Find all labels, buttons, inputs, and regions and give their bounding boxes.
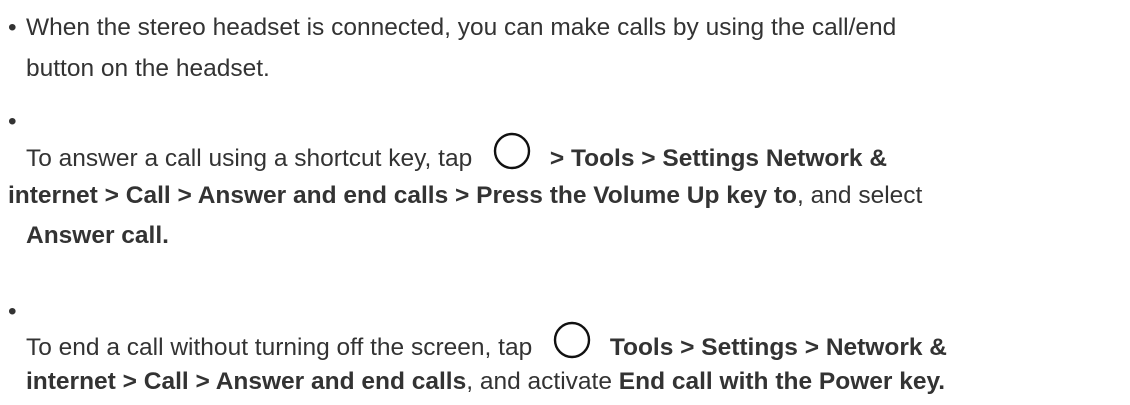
item-2-mid-text: , and select xyxy=(797,182,923,209)
home-circle-icon xyxy=(493,132,531,170)
item-2-path-bold-1: > Tools > Settings Network & xyxy=(549,145,888,172)
document: • When the stereo headset is connected, … xyxy=(0,0,1130,405)
item-3-mid-text: , and activate xyxy=(466,368,612,395)
item-2-path-bold-2: internet > Call > Answer and end calls >… xyxy=(8,182,798,209)
item-3-end-bold: End call with the Power key. xyxy=(618,368,946,395)
item-3-path-bold-1: Tools > Settings > Network & xyxy=(609,334,947,361)
bullet: • xyxy=(8,298,17,325)
item-2-line-3: Answer call. xyxy=(26,216,169,256)
item-3-path-bold-2: internet > Call > Answer and end calls xyxy=(26,368,467,395)
bullet: • xyxy=(8,108,17,135)
item-1-line-2: button on the headset. xyxy=(26,55,270,82)
item-2-line-2: internet > Call > Answer and end calls >… xyxy=(8,176,922,216)
item-2-text: To answer a call using a shortcut key, t… xyxy=(26,145,473,172)
item-2-line-1: To answer a call using a shortcut key, t… xyxy=(26,132,887,179)
item-3-line-2: internet > Call > Answer and end calls, … xyxy=(26,362,945,402)
bullet: • xyxy=(8,14,17,41)
item-1-line-1: When the stereo headset is connected, yo… xyxy=(26,14,897,41)
home-circle-icon xyxy=(553,321,591,359)
item-3-line-1: To end a call without turning off the sc… xyxy=(26,321,947,368)
item-2-end-bold: Answer call. xyxy=(26,222,169,249)
item-3-text: To end a call without turning off the sc… xyxy=(26,334,533,361)
